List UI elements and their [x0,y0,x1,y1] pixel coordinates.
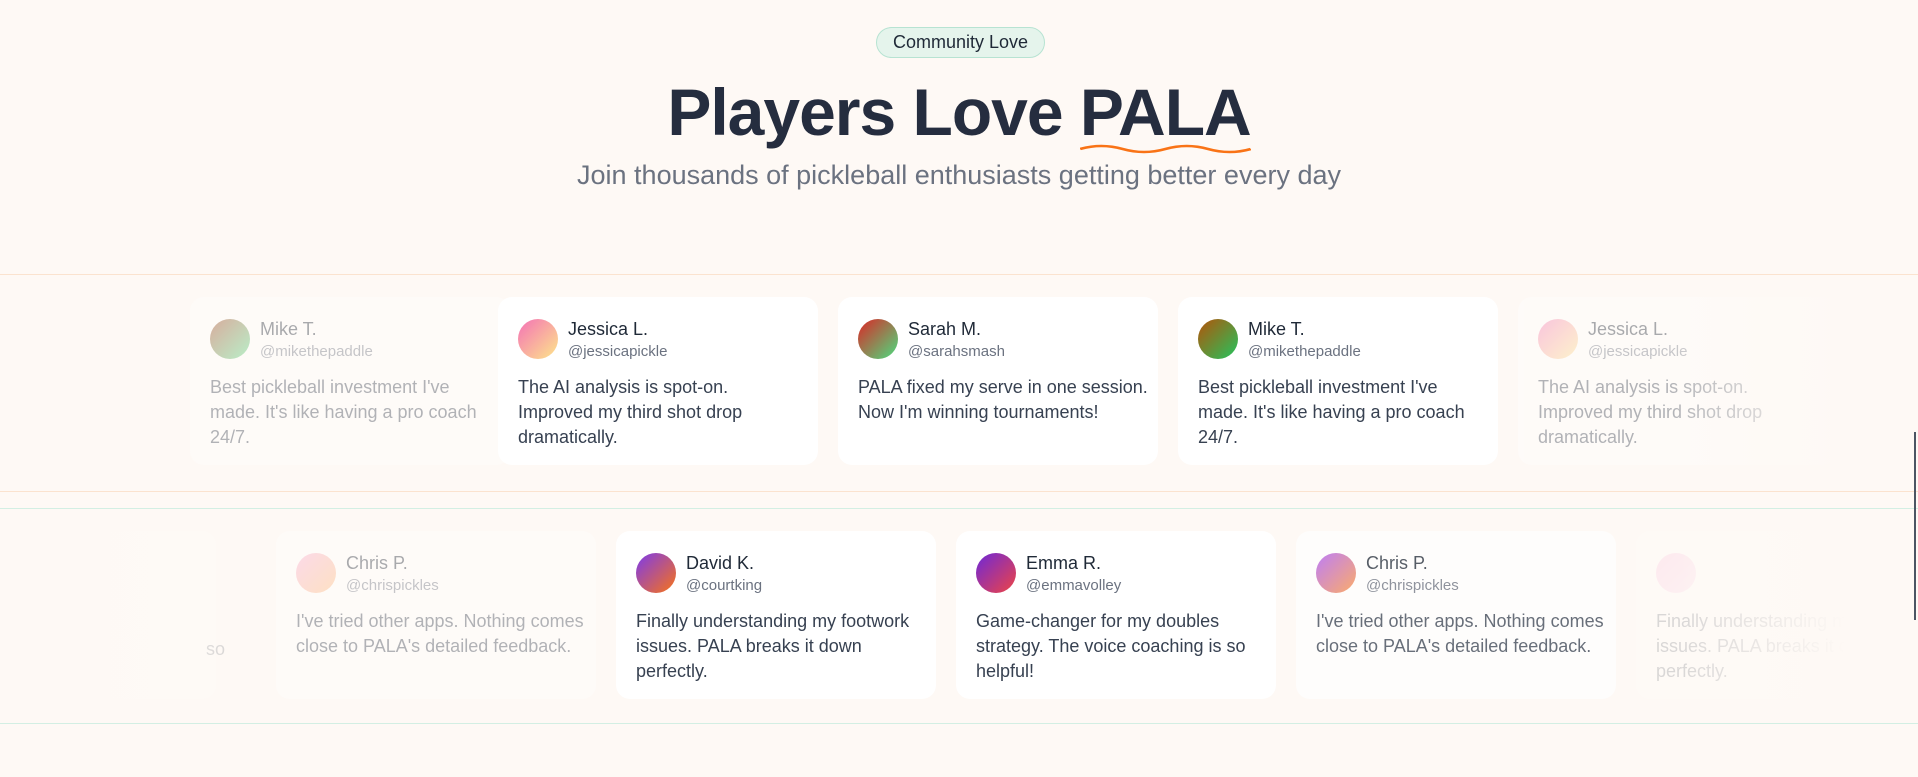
section-badge: Community Love [876,27,1045,58]
testimonial-name: David K. [686,553,755,573]
avatar [976,553,1016,593]
testimonial-name: Chris P. [1366,553,1428,573]
title-accent: PALA [1079,72,1252,154]
testimonial-quote: I've tried other apps. Nothing comes clo… [296,611,584,656]
testimonial-quote: PALA fixed my serve in one session. Now … [858,377,1148,422]
testimonial-name: Chris P. [346,553,408,573]
testimonial-quote: Finally understanding my footwork issues… [636,611,910,681]
testimonial-handle: @chrispickles [346,577,439,594]
testimonial-card: Chris P. @chrispickles I've tried other … [276,531,596,699]
testimonial-quote: I've tried other apps. Nothing comes clo… [1316,611,1604,656]
title-prefix: Players Love [667,75,1080,149]
testimonial-name: Jessica L. [568,319,649,339]
testimonial-card: Jessica L. @jessicapickle The AI analysi… [1518,297,1838,465]
testimonial-card: Sarah M. @sarahsmash PALA fixed my serve… [838,297,1158,465]
testimonial-name: Mike T. [1248,319,1305,339]
testimonial-card: Mike T. @mikethepaddle Best pickleball i… [1178,297,1498,465]
avatar [1538,319,1578,359]
testimonial-card: Chris P. @chrispickles I've tried other … [1296,531,1616,699]
testimonial-handle: @emmavolley [1026,577,1122,594]
testimonial-handle: @mikethepaddle [1248,343,1361,360]
avatar [636,553,676,593]
testimonial-handle: @courtking [686,577,763,594]
testimonial-quote: The AI analysis is spot-on. Improved my … [1538,377,1763,447]
avatar [296,553,336,593]
testimonial-card: Mike T. @mikethepaddle Best pickleball i… [190,297,510,465]
testimonial-handle: @jessicapickle [1588,343,1688,360]
testimonial-card: Jessica L. @jessicapickle The AI analysi… [498,297,818,465]
testimonial-name: Jessica L. [1588,319,1669,339]
testimonial-name: Sarah M. [908,319,982,339]
squiggle-underline-icon [1079,144,1251,154]
testimonial-name: Emma R. [1026,553,1102,573]
avatar [1198,319,1238,359]
testimonial-quote: Game-changer for my doubles strategy. Th… [976,611,1246,681]
avatar [518,319,558,359]
testimonial-handle: @jessicapickle [568,343,668,360]
testimonial-row-2: so Chris P. @chrispickles I've tried oth… [0,508,1918,724]
testimonial-name: Mike T. [260,319,317,339]
testimonial-quote: so [206,639,226,659]
testimonial-handle: @mikethepaddle [260,343,373,360]
testimonial-card: Emma R. @emmavolley Game-changer for my … [956,531,1276,699]
testimonial-card: Finally understanding my footwork issues… [1636,531,1918,699]
testimonial-card: so [0,531,225,699]
testimonial-quote: The AI analysis is spot-on. Improved my … [518,377,743,447]
page-title: Players Love PALA [0,72,1918,154]
avatar [210,319,250,359]
testimonial-quote: Best pickleball investment I've made. It… [1198,377,1465,447]
scrollbar-thumb[interactable] [1914,432,1916,620]
section-subtitle: Join thousands of pickleball enthusiasts… [577,160,1341,190]
testimonial-row-1: Mike T. @mikethepaddle Best pickleball i… [0,274,1918,492]
title-accent-text: PALA [1079,75,1252,149]
testimonial-handle: @chrispickles [1366,577,1459,594]
testimonial-quote: Finally understanding my footwork issues… [1656,611,1918,681]
fade-overlay-left [0,275,210,491]
avatar [1316,553,1356,593]
avatar [1656,553,1696,593]
testimonial-quote: Best pickleball investment I've made. It… [210,377,477,447]
avatar [858,319,898,359]
testimonial-handle: @sarahsmash [908,343,1005,360]
testimonial-card: David K. @courtking Finally understandin… [616,531,936,699]
